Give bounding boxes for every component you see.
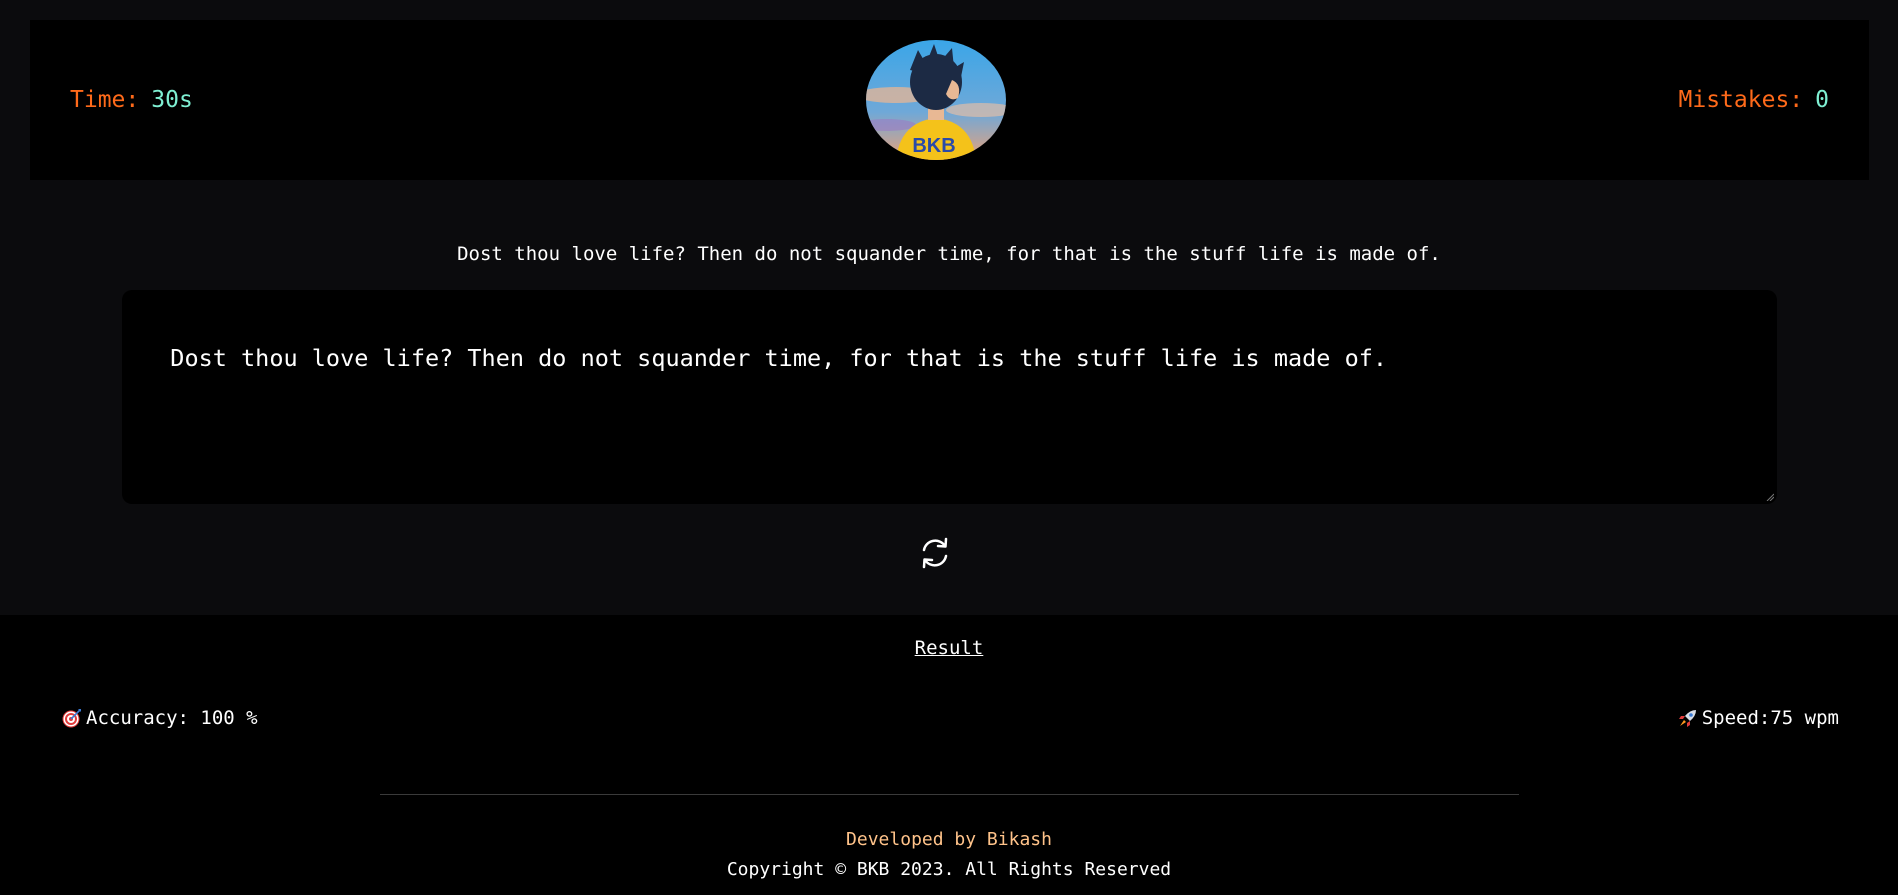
- timer: Time: 30s: [70, 20, 193, 180]
- speed-label: Speed:75 wpm: [1701, 707, 1839, 729]
- developer-credit: Developed by Bikash: [846, 829, 1052, 850]
- mistakes-counter: Mistakes: 0: [1679, 20, 1829, 180]
- accuracy-stat: Accuracy: 100 %: [62, 707, 258, 729]
- mistakes-label: Mistakes:: [1678, 87, 1804, 113]
- accuracy-label: Accuracy: 100 %: [86, 707, 258, 729]
- refresh-icon[interactable]: [917, 535, 953, 571]
- resize-handle-icon[interactable]: [1766, 493, 1774, 501]
- footer-divider: [380, 794, 1519, 795]
- result-panel: Result Accuracy: 100 % Speed:75 wpm Deve…: [0, 615, 1898, 895]
- timer-label: Time:: [70, 87, 140, 113]
- result-title: Result: [914, 637, 984, 659]
- quote-text: Dost thou love life? Then do not squande…: [457, 243, 1441, 265]
- avatar-shirt-text: BKB: [912, 135, 955, 157]
- target-icon: [62, 709, 81, 728]
- timer-value: 30s: [151, 87, 193, 113]
- copyright-text: Copyright © BKB 2023. All Rights Reserve…: [726, 859, 1172, 880]
- typing-input[interactable]: Dost thou love life? Then do not squande…: [122, 290, 1777, 504]
- mistakes-value: 0: [1815, 87, 1829, 113]
- rocket-icon: [1678, 710, 1696, 727]
- speed-stat: Speed:75 wpm: [1678, 707, 1839, 729]
- header-bar: Time: 30s BKB Mistakes: 0: [30, 20, 1869, 180]
- typing-input-value: Dost thou love life? Then do not squande…: [170, 343, 1388, 372]
- avatar: BKB: [866, 40, 1006, 160]
- avatar-image: BKB: [866, 40, 1006, 160]
